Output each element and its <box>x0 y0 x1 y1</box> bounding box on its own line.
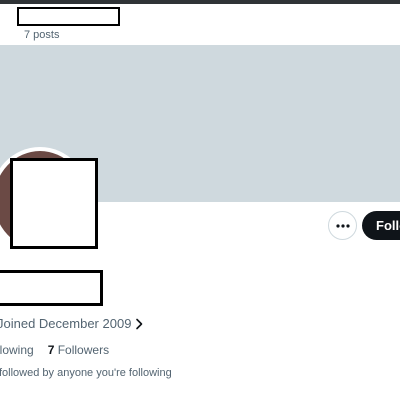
profile-page: 7 posts Follow Joined December 2009 llow… <box>0 0 400 400</box>
display-name-redaction <box>0 270 103 306</box>
more-horizontal-icon <box>335 223 350 228</box>
top-strip <box>0 0 400 4</box>
joined-date-text: Joined December 2009 <box>0 316 132 331</box>
header-name-redaction <box>17 7 120 26</box>
followers-label: Followers <box>57 343 110 357</box>
chevron-right-icon <box>136 318 143 329</box>
more-button[interactable] <box>328 211 357 240</box>
followers-count: 7 <box>47 343 55 357</box>
followers-link[interactable]: 7 Followers <box>48 343 109 357</box>
follow-button[interactable]: Follow <box>362 211 400 240</box>
post-count: 7 posts <box>24 29 60 41</box>
followed-by-note: followed by anyone you're following <box>0 367 172 379</box>
following-label: llowing <box>0 343 34 357</box>
joined-date-row[interactable]: Joined December 2009 <box>0 316 143 331</box>
avatar-redaction <box>10 158 98 249</box>
following-link[interactable]: llowing <box>0 343 34 357</box>
stats-row: llowing 7 Followers <box>0 343 109 357</box>
